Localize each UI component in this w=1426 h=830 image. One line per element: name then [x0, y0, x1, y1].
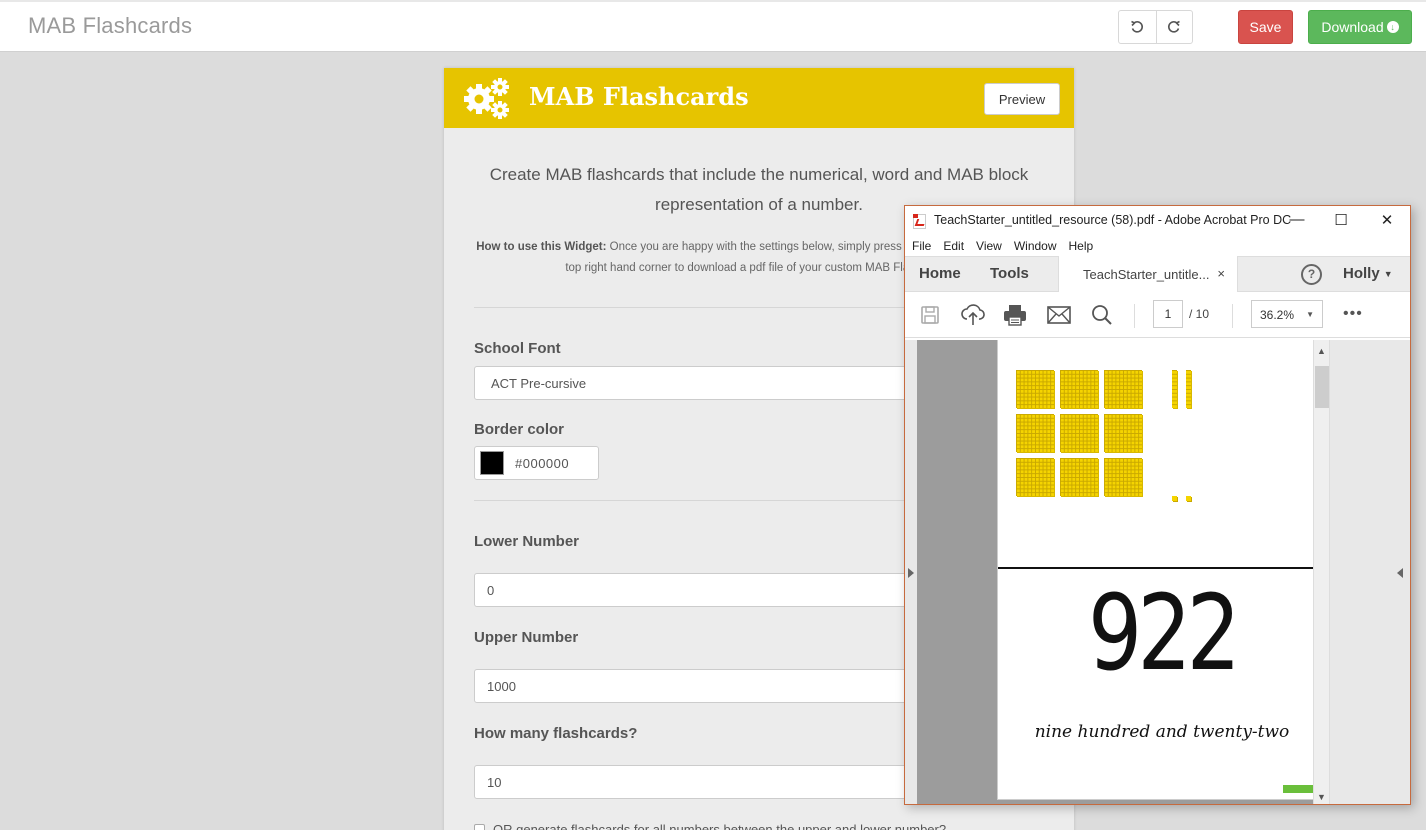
save-file-button[interactable] [917, 302, 943, 328]
mab-hundred-block [1060, 370, 1098, 408]
zoom-value: 36.2% [1260, 308, 1295, 322]
mab-hundred-block [1060, 414, 1098, 452]
zoom-select[interactable]: 36.2% ▼ [1251, 300, 1323, 328]
tab-document[interactable]: TeachStarter_untitle... × [1058, 256, 1238, 293]
redo-button[interactable] [1155, 11, 1193, 43]
border-color-value: #000000 [515, 455, 570, 471]
minimize-button[interactable]: — [1282, 211, 1312, 228]
mab-hundred-block [1104, 458, 1142, 496]
scroll-up-icon[interactable]: ▲ [1314, 346, 1329, 356]
how-many-label: How many flashcards? [474, 725, 638, 742]
pdf-file-icon [913, 214, 926, 229]
download-label: Download [1321, 19, 1384, 35]
tab-tools[interactable]: Tools [990, 265, 1029, 282]
undo-redo-group [1118, 10, 1193, 44]
mab-unit-cube [1186, 496, 1191, 501]
mab-ten-rod [1186, 370, 1191, 408]
mab-hundred-block [1104, 370, 1142, 408]
acrobat-titlebar[interactable]: TeachStarter_untitled_resource (58).pdf … [905, 206, 1410, 236]
mab-ten-rod [1172, 370, 1177, 408]
print-button[interactable] [1002, 302, 1028, 328]
floppy-disk-icon [921, 306, 939, 324]
card-divider [998, 567, 1326, 569]
upper-number-label: Upper Number [474, 629, 579, 646]
menu-window[interactable]: Window [1014, 236, 1064, 256]
school-font-label: School Font [474, 340, 561, 357]
right-panel-toggle-icon[interactable] [1397, 568, 1403, 578]
widget-header: MAB Flashcards Preview [444, 68, 1074, 128]
search-icon [1092, 305, 1112, 325]
page-number-input[interactable]: 1 [1153, 300, 1183, 328]
scroll-down-icon[interactable]: ▼ [1314, 792, 1329, 802]
maximize-button[interactable]: ☐ [1326, 211, 1356, 229]
app-title: MAB Flashcards [28, 13, 193, 38]
printer-icon [1004, 305, 1026, 326]
close-button[interactable]: ✕ [1372, 211, 1402, 229]
search-button[interactable] [1089, 302, 1115, 328]
undo-icon [1131, 20, 1144, 33]
save-button[interactable]: Save [1238, 10, 1293, 44]
toolbar-separator [1134, 304, 1135, 328]
menu-file[interactable]: File [912, 236, 938, 256]
close-tab-icon[interactable]: × [1217, 266, 1225, 281]
tab-home[interactable]: Home [919, 265, 961, 282]
caret-down-icon: ▼ [1306, 310, 1314, 319]
mab-hundred-block [1016, 458, 1054, 496]
scroll-thumb[interactable] [1315, 366, 1329, 408]
acrobat-window: TeachStarter_untitled_resource (58).pdf … [904, 205, 1411, 805]
cloud-upload-icon [961, 304, 985, 325]
email-button[interactable] [1046, 302, 1072, 328]
preview-button[interactable]: Preview [984, 83, 1060, 115]
border-color-picker[interactable]: #000000 [474, 446, 599, 480]
mab-hundred-block [1016, 370, 1054, 408]
toolbar-separator [1232, 304, 1233, 328]
lower-number-label: Lower Number [474, 533, 580, 550]
left-panel-toggle-icon[interactable] [908, 568, 914, 578]
flashcard-words: nine hundred and twenty-two [1034, 722, 1290, 742]
menu-help[interactable]: Help [1069, 236, 1101, 256]
all-numbers-checkbox[interactable] [474, 824, 485, 830]
acrobat-toolbar: 1 / 10 36.2% ▼ ••• [905, 292, 1410, 338]
more-tools-button[interactable]: ••• [1343, 305, 1363, 323]
redo-icon [1168, 20, 1181, 33]
border-color-label: Border color [474, 421, 565, 438]
page-total: / 10 [1189, 307, 1210, 321]
howto-label: How to use this Widget: [476, 241, 607, 253]
vertical-scrollbar[interactable]: ▲ ▼ [1313, 340, 1330, 804]
color-swatch[interactable] [480, 451, 504, 475]
widget-title: MAB Flashcards [529, 82, 749, 111]
mab-hundred-block [1060, 458, 1098, 496]
mab-hundred-block [1104, 414, 1142, 452]
flashcard-number: 922 [1087, 572, 1241, 694]
menu-view[interactable]: View [976, 236, 1009, 256]
menu-edit[interactable]: Edit [943, 236, 971, 256]
gears-icon [464, 78, 509, 119]
user-name: Holly [1343, 265, 1380, 282]
help-icon[interactable]: ? [1301, 264, 1322, 285]
top-bar: MAB Flashcards Save Download ↓ [0, 0, 1426, 52]
acrobat-tabbar: Home Tools TeachStarter_untitle... × ? H… [905, 256, 1410, 293]
mab-unit-cube [1172, 496, 1177, 501]
user-menu[interactable]: Holly ▼ [1343, 265, 1393, 282]
viewer-background: 922 nine hundred and twenty-two [917, 340, 1326, 804]
pdf-page: 922 nine hundred and twenty-two [997, 340, 1326, 800]
all-numbers-label: OR generate flashcards for all numbers b… [493, 822, 947, 830]
envelope-icon [1047, 306, 1071, 324]
mab-hundred-block [1016, 414, 1054, 452]
arrow-circle-down-icon: ↓ [1386, 21, 1399, 33]
download-button[interactable]: Download ↓ [1308, 10, 1412, 44]
all-numbers-option: OR generate flashcards for all numbers b… [474, 822, 946, 830]
document-viewer: 922 nine hundred and twenty-two ▲ ▼ [905, 340, 1410, 804]
undo-button[interactable] [1119, 11, 1156, 43]
acrobat-window-title: TeachStarter_untitled_resource (58).pdf … [934, 213, 1292, 227]
tab-document-label: TeachStarter_untitle... [1083, 267, 1210, 282]
acrobat-menubar: File Edit View Window Help [905, 236, 1410, 256]
caret-down-icon: ▼ [1383, 269, 1393, 280]
upload-cloud-button[interactable] [960, 302, 986, 328]
